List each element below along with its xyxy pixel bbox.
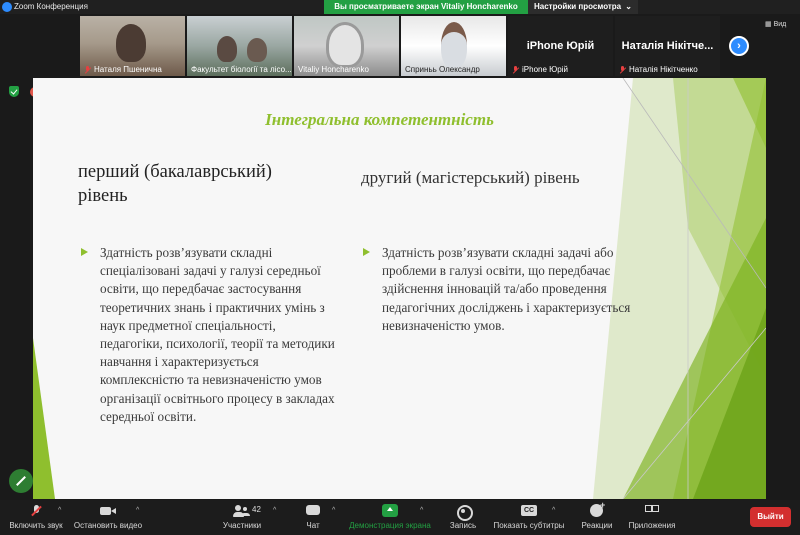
audio-options-caret[interactable]: ^ <box>58 507 61 514</box>
video-options-caret[interactable]: ^ <box>136 507 139 514</box>
chevron-down-icon: ⌄ <box>625 2 632 11</box>
participant-name-text: Наталя Пшенична <box>94 65 162 74</box>
participants-count: 42 <box>252 505 261 514</box>
reactions-button[interactable]: Реакции <box>579 500 615 530</box>
title-bar: Zoom Конференция Вы просматриваете экран… <box>0 0 800 14</box>
mic-off-icon <box>512 65 519 74</box>
participant-video <box>217 36 237 62</box>
reactions-icon <box>590 500 605 518</box>
right-column-text: Здатність розв’язувати складні задачі аб… <box>382 245 631 333</box>
view-settings-button[interactable]: Настройки просмотра ⌄ <box>528 0 638 14</box>
share-screen-icon <box>382 504 398 518</box>
participant-tile[interactable]: iPhone Юрій iPhone Юрій <box>508 16 613 76</box>
zoom-logo-icon <box>2 2 12 12</box>
bullet-icon <box>81 248 88 256</box>
participants-options-caret[interactable]: ^ <box>273 507 276 514</box>
participant-tile[interactable]: Vitaliy Honcharenko <box>294 16 399 76</box>
participant-name-text: Наталія Нікітченко <box>629 65 698 74</box>
meeting-toolbar: Включить звук ^ Остановить видео ^ Участ… <box>0 500 800 535</box>
record-icon <box>457 504 473 521</box>
participant-video <box>441 22 467 68</box>
chat-button[interactable]: Чат <box>302 504 324 530</box>
app-title: Zoom Конференция <box>14 2 88 11</box>
participant-tile[interactable]: Наталія Нікітче... Наталія Нікітченко <box>615 16 720 76</box>
share-banner: Вы просматриваете экран Vitaliy Honchare… <box>324 0 528 14</box>
participant-display-name: iPhone Юрій <box>526 40 595 52</box>
view-settings-label: Настройки просмотра <box>534 2 622 11</box>
unmute-button[interactable]: Включить звук <box>6 504 66 530</box>
chevron-right-icon[interactable]: › <box>729 36 749 56</box>
left-column-text: Здатність розв’язувати складні спеціаліз… <box>100 245 335 424</box>
participant-name-text: Сприньь Олександр <box>405 65 480 74</box>
participant-tile[interactable]: Наталя Пшенична <box>80 16 185 76</box>
left-column-heading: перший (бакалаврський) рівень <box>78 162 272 206</box>
mic-off-icon <box>31 504 41 518</box>
participant-name: Факультет біології та лісо... <box>191 65 292 74</box>
bullet-icon <box>363 248 370 256</box>
captions-icon <box>521 504 537 518</box>
zoom-window: Zoom Конференция Вы просматриваете экран… <box>0 0 800 535</box>
participant-name: Сприньь Олександр <box>405 65 480 74</box>
participant-name: iPhone Юрій <box>512 65 568 74</box>
captions-label: Показать субтитры <box>493 521 565 530</box>
participant-name: Наталя Пшенична <box>84 65 162 74</box>
participant-name-text: Vitaliy Honcharenko <box>298 65 370 74</box>
share-options-caret[interactable]: ^ <box>420 507 423 514</box>
leave-button[interactable]: Выйти <box>750 507 791 527</box>
mic-off-icon <box>84 65 91 74</box>
participant-video <box>247 38 267 62</box>
right-column-heading: другий (магістерський) рівень <box>361 168 580 187</box>
shared-screen-slide: Інтегральна компетентність перший (бакал… <box>33 78 766 499</box>
view-label: Вид <box>773 21 787 28</box>
participants-icon <box>233 504 251 518</box>
participant-video <box>116 24 146 62</box>
chat-icon <box>306 504 320 518</box>
view-button[interactable]: ▦ Вид <box>765 20 786 28</box>
participant-tile[interactable]: Факультет біології та лісо... <box>187 16 292 76</box>
participant-name: Наталія Нікітченко <box>619 65 698 74</box>
participant-video <box>326 22 364 68</box>
share-screen-label: Демонстрация экрана <box>349 521 431 530</box>
reactions-label: Реакции <box>581 521 613 530</box>
stop-video-button[interactable]: Остановить видео <box>72 504 144 530</box>
record-button[interactable]: Запись <box>448 504 478 530</box>
grid-view-icon: ▦ <box>765 21 772 28</box>
apps-label: Приложения <box>628 521 676 530</box>
record-label: Запись <box>449 521 477 530</box>
slide-title: Інтегральна компетентність <box>265 110 494 129</box>
participant-name-text: Факультет біології та лісо... <box>191 65 292 74</box>
annotate-pen-icon[interactable] <box>9 469 33 493</box>
unmute-label: Включить звук <box>9 521 63 530</box>
shield-check-icon[interactable] <box>9 86 19 97</box>
participant-name-text: iPhone Юрій <box>522 65 568 74</box>
chat-options-caret[interactable]: ^ <box>332 507 335 514</box>
captions-options-caret[interactable]: ^ <box>552 507 555 514</box>
participants-label: Участники <box>222 521 262 530</box>
camera-icon <box>100 504 116 518</box>
stop-video-label: Остановить видео <box>73 521 143 530</box>
chat-label: Чат <box>306 521 320 530</box>
apps-button[interactable]: Приложения <box>627 504 677 530</box>
participant-display-name: Наталія Нікітче... <box>621 40 714 52</box>
apps-icon <box>645 504 659 518</box>
participant-name: Vitaliy Honcharenko <box>298 65 369 74</box>
participant-tile[interactable]: Сприньь Олександр <box>401 16 506 76</box>
mic-off-icon <box>619 65 626 74</box>
